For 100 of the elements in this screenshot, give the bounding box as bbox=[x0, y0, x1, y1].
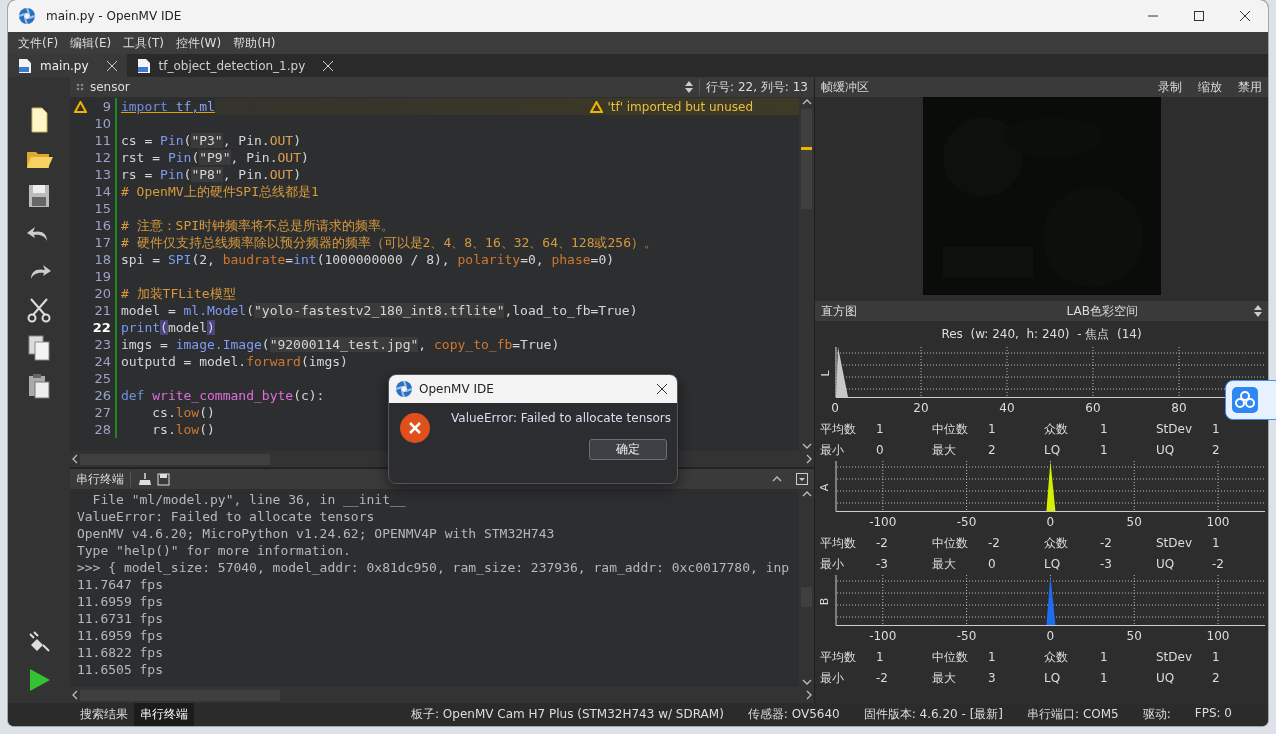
status-text: FPS: 0 bbox=[1194, 706, 1232, 722]
axis-tick: 0 bbox=[1046, 515, 1055, 529]
stat-label: 中位数 bbox=[932, 535, 969, 552]
line-number: 22 bbox=[92, 320, 111, 335]
axis-tick: -100 bbox=[869, 515, 897, 529]
stat-label: 平均数 bbox=[820, 421, 857, 438]
line-number: 17 bbox=[94, 235, 111, 250]
axis-tick: 20 bbox=[913, 401, 929, 415]
stat-label: 最大 bbox=[932, 670, 957, 687]
dialog-title: OpenMV IDE bbox=[419, 382, 495, 396]
line-number: 19 bbox=[94, 269, 111, 284]
line-number: 11 bbox=[94, 133, 111, 148]
axis-label: L bbox=[818, 369, 832, 377]
code-line: model = ml.Model("yolo-fastestv2_180_int8.tflite",load_to_fb=True) bbox=[120, 303, 638, 318]
line-number: 20 bbox=[94, 286, 111, 301]
axis-tick: 50 bbox=[1126, 515, 1142, 529]
stat-label: LQ bbox=[1044, 556, 1062, 573]
line-number: 25 bbox=[94, 371, 111, 386]
stat-label: StDev bbox=[1156, 649, 1194, 666]
stat-value: 0 bbox=[876, 442, 885, 459]
stat-label: StDev bbox=[1156, 535, 1194, 552]
code-line: # OpenMV上的硬件SPI总线都是1 bbox=[120, 182, 319, 201]
stat-label: StDev bbox=[1156, 421, 1194, 438]
stat-value: 1 bbox=[1212, 421, 1221, 438]
axis-tick: 40 bbox=[999, 401, 1015, 415]
code-line: # 硬件仅支持总线频率除以预分频器的频率（可以是2、4、8、16、32、64、128或256）。 bbox=[120, 233, 657, 252]
terminal-line: 11.7647 fps bbox=[76, 576, 164, 593]
panel-title: 串行终端 bbox=[75, 470, 124, 488]
code-line: print(model) bbox=[120, 320, 215, 335]
stat-value: -3 bbox=[1100, 556, 1113, 573]
stat-label: 众数 bbox=[1044, 535, 1069, 552]
stat-value: -3 bbox=[876, 556, 889, 573]
axis-tick: 0 bbox=[1046, 629, 1055, 643]
line-number: 9 bbox=[102, 99, 111, 114]
axis-label: B bbox=[818, 597, 832, 605]
line-number: 13 bbox=[94, 167, 111, 182]
stat-label: 最小 bbox=[820, 442, 845, 459]
stat-value: 1 bbox=[1212, 535, 1221, 552]
axis-tick: -50 bbox=[956, 629, 977, 643]
stat-value: 1 bbox=[988, 649, 997, 666]
stat-value: 3 bbox=[988, 670, 997, 687]
stat-label: 最小 bbox=[820, 556, 845, 573]
status-text: 驱动: bbox=[1142, 706, 1171, 723]
warning-message: 'tf' imported but unused bbox=[607, 99, 753, 114]
terminal-line: 11.6822 fps bbox=[76, 644, 164, 661]
stat-value: -2 bbox=[1212, 556, 1225, 573]
stat-label: UQ bbox=[1156, 556, 1176, 573]
stat-label: UQ bbox=[1156, 442, 1176, 459]
line-number: 27 bbox=[94, 405, 111, 420]
terminal-line: >>> { model_size: 57040, model_addr: 0x81dc950, ram_size: 237936, ram_addr: 0xc0017780, inp bbox=[76, 559, 791, 576]
terminal-line: 11.6731 fps bbox=[76, 610, 164, 627]
axis-tick: 0 bbox=[831, 401, 839, 415]
code-line: rs = Pin("P8", Pin.OUT) bbox=[120, 167, 301, 182]
stat-value: 2 bbox=[1212, 442, 1221, 459]
terminal-line: Type "help()" for more information. bbox=[76, 542, 352, 559]
code-line: rst = Pin("P9", Pin.OUT) bbox=[120, 150, 309, 165]
panel-title: 直方图 bbox=[821, 302, 857, 320]
axis-tick: -100 bbox=[869, 629, 897, 643]
terminal-line: 11.6959 fps bbox=[76, 593, 164, 610]
stat-value: -2 bbox=[876, 670, 889, 687]
line-number: 12 bbox=[94, 150, 111, 165]
stat-label: 最大 bbox=[932, 556, 957, 573]
panel-title: 帧缓冲区 bbox=[821, 78, 869, 96]
line-number: 26 bbox=[94, 388, 111, 403]
code-line: def write_command_byte(c): bbox=[120, 388, 325, 403]
stat-label: 众数 bbox=[1044, 421, 1069, 438]
stat-label: 中位数 bbox=[932, 649, 969, 666]
line-number: 10 bbox=[94, 116, 111, 131]
status-text: 板子: OpenMV Cam H7 Plus (STM32H743 w/ SDRAM) bbox=[410, 706, 724, 723]
stat-value: 1 bbox=[988, 421, 997, 438]
stat-value: 2 bbox=[988, 442, 997, 459]
code-line: import tf,ml bbox=[120, 99, 215, 114]
stat-label: LQ bbox=[1044, 670, 1062, 687]
stat-label: 最大 bbox=[932, 442, 957, 459]
stat-value: 2 bbox=[1212, 670, 1221, 687]
terminal-line: File "ml/model.py", line 36, in __init__ bbox=[91, 491, 407, 508]
line-number: 21 bbox=[94, 303, 111, 318]
stat-value: -2 bbox=[1100, 535, 1113, 552]
stat-label: 平均数 bbox=[820, 649, 857, 666]
status-text: 固件版本: 4.6.20 - [最新] bbox=[863, 706, 1004, 723]
stat-label: LQ bbox=[1044, 442, 1062, 459]
error-message: ValueError: Failed to allocate tensors bbox=[451, 410, 673, 427]
stat-label: 最小 bbox=[820, 670, 845, 687]
line-number: 14 bbox=[94, 184, 111, 199]
line-number: 18 bbox=[94, 252, 111, 267]
stat-label: 平均数 bbox=[820, 535, 857, 552]
code-line: imgs = image.Image("92000114_test.jpg", copy_to_fb=True) bbox=[120, 337, 560, 352]
line-number: 16 bbox=[94, 218, 111, 233]
code-line: cs.low() bbox=[151, 405, 215, 420]
line-number: 28 bbox=[94, 422, 111, 437]
line-number: 23 bbox=[94, 337, 111, 352]
stat-value: -2 bbox=[988, 535, 1001, 552]
stat-value: 1 bbox=[1100, 442, 1109, 459]
status-text: 传感器: OV5640 bbox=[747, 706, 840, 723]
code-line: # 注意：SPI时钟频率将不总是所请求的频率。 bbox=[120, 216, 395, 235]
stat-value: 1 bbox=[1100, 649, 1109, 666]
stat-label: 众数 bbox=[1044, 649, 1069, 666]
axis-tick: 100 bbox=[1206, 515, 1230, 529]
resolution-label: Res (w: 240, h: 240) - 焦点 (14) bbox=[941, 325, 1142, 343]
terminal-line: OpenMV v4.6.20; MicroPython v1.24.62; OPENMV4P with STM32H743 bbox=[76, 525, 556, 542]
